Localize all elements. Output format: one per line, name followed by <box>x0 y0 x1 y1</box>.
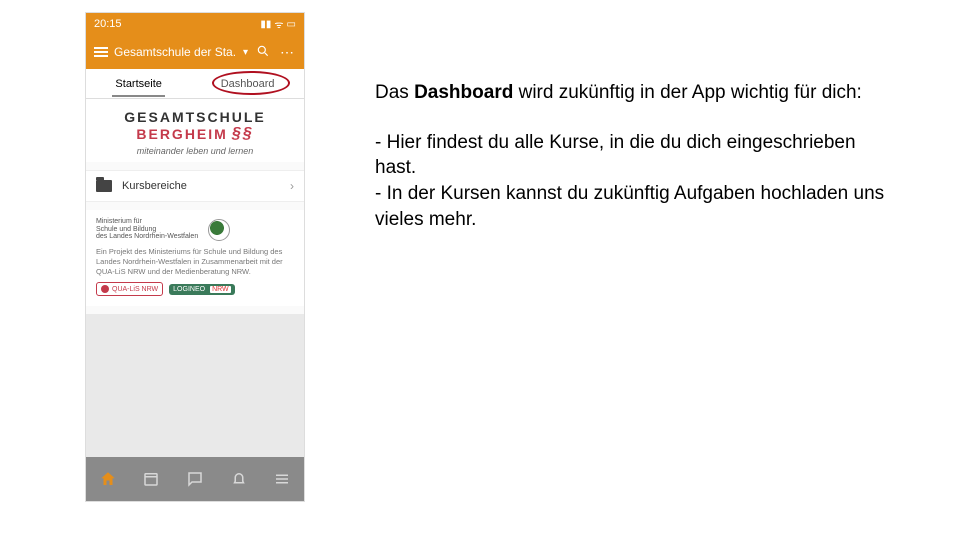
ministry-line1: Ministerium für <box>96 218 198 226</box>
chat-icon <box>186 470 204 488</box>
status-icons: ▮▮ ᯤ ▭ <box>260 17 296 31</box>
logineo-nrw: NRW <box>210 286 231 293</box>
school-name-line2-text: BERGHEIM <box>136 126 227 142</box>
phone-screenshot: 20:15 ▮▮ ᯤ ▭ Gesamtschule der Sta... ▾ ⋯… <box>85 12 305 502</box>
chevron-right-icon: › <box>290 179 294 193</box>
explain-p1: Das Dashboard wird zukünftig in der App … <box>375 80 895 106</box>
nav-menu[interactable] <box>270 467 294 491</box>
ministry-line2: Schule und Bildung <box>96 226 198 234</box>
menu-icon <box>273 470 291 488</box>
nav-notifications[interactable] <box>227 467 251 491</box>
ministry-block: Ministerium für Schule und Bildung des L… <box>86 210 304 306</box>
school-header: GESAMTSCHULE BERGHEIM §§ miteinander leb… <box>86 99 304 162</box>
hamburger-icon[interactable] <box>94 47 108 57</box>
wifi-icon: ᯤ <box>274 17 283 31</box>
empty-area <box>86 314 304 457</box>
status-time: 20:15 <box>94 18 122 30</box>
p1-pre: Das <box>375 82 414 103</box>
ministry-name: Ministerium für Schule und Bildung des L… <box>96 218 198 241</box>
ministry-line3: des Landes Nordrhein-Westfalen <box>96 233 198 241</box>
school-swoosh-icon: §§ <box>232 125 254 143</box>
folder-icon <box>96 180 112 192</box>
home-icon <box>99 470 117 488</box>
qualis-logo: QUA-LiS NRW <box>96 282 163 296</box>
more-icon[interactable]: ⋯ <box>278 44 296 61</box>
tab-startseite[interactable]: Startseite <box>105 72 171 96</box>
school-tagline: miteinander leben und lernen <box>94 146 296 156</box>
qualis-label: QUA-LiS NRW <box>112 286 158 293</box>
tab-label: Startseite <box>115 78 161 90</box>
tab-bar: Startseite Dashboard <box>86 69 304 99</box>
bullet-2: - In der Kursen kannst du zukünftig Aufg… <box>375 183 884 230</box>
calendar-icon <box>142 470 160 488</box>
status-bar: 20:15 ▮▮ ᯤ ▭ <box>86 13 304 35</box>
chevron-down-icon[interactable]: ▾ <box>243 47 248 58</box>
tab-dashboard[interactable]: Dashboard <box>211 72 285 96</box>
partner-logos: QUA-LiS NRW LOGINEO NRW <box>96 282 294 296</box>
bottom-nav <box>86 457 304 501</box>
logineo-label: LOGINEO <box>173 286 205 293</box>
app-title: Gesamtschule der Sta... <box>114 45 237 59</box>
bell-icon <box>230 470 248 488</box>
ministry-header: Ministerium für Schule und Bildung des L… <box>96 218 294 241</box>
nav-chat[interactable] <box>183 467 207 491</box>
explain-bullets: - Hier findest du alle Kurse, in die du … <box>375 130 895 233</box>
logineo-logo: LOGINEO NRW <box>169 284 235 295</box>
kursbereiche-row[interactable]: Kursbereiche › <box>86 170 304 202</box>
nav-home[interactable] <box>96 467 120 491</box>
nav-calendar[interactable] <box>139 467 163 491</box>
school-name-line2: BERGHEIM §§ <box>136 125 253 143</box>
signal-icon: ▮▮ <box>260 19 271 30</box>
explanation-text: Das Dashboard wird zukünftig in der App … <box>375 80 895 256</box>
school-name-line1: GESAMTSCHULE <box>94 109 296 125</box>
p1-bold: Dashboard <box>414 82 513 103</box>
battery-icon: ▭ <box>287 19 296 30</box>
bullet-1: - Hier findest du alle Kurse, in die du … <box>375 132 856 179</box>
app-bar: Gesamtschule der Sta... ▾ ⋯ <box>86 35 304 69</box>
content-area: GESAMTSCHULE BERGHEIM §§ miteinander leb… <box>86 99 304 457</box>
search-icon[interactable] <box>254 44 272 61</box>
ministry-paragraph: Ein Projekt des Ministeriums für Schule … <box>96 247 294 276</box>
tab-label: Dashboard <box>221 78 275 90</box>
nrw-coat-icon <box>208 219 230 241</box>
kursbereiche-label: Kursbereiche <box>122 180 187 192</box>
p1-post: wird zukünftig in der App wichtig für di… <box>513 82 862 103</box>
